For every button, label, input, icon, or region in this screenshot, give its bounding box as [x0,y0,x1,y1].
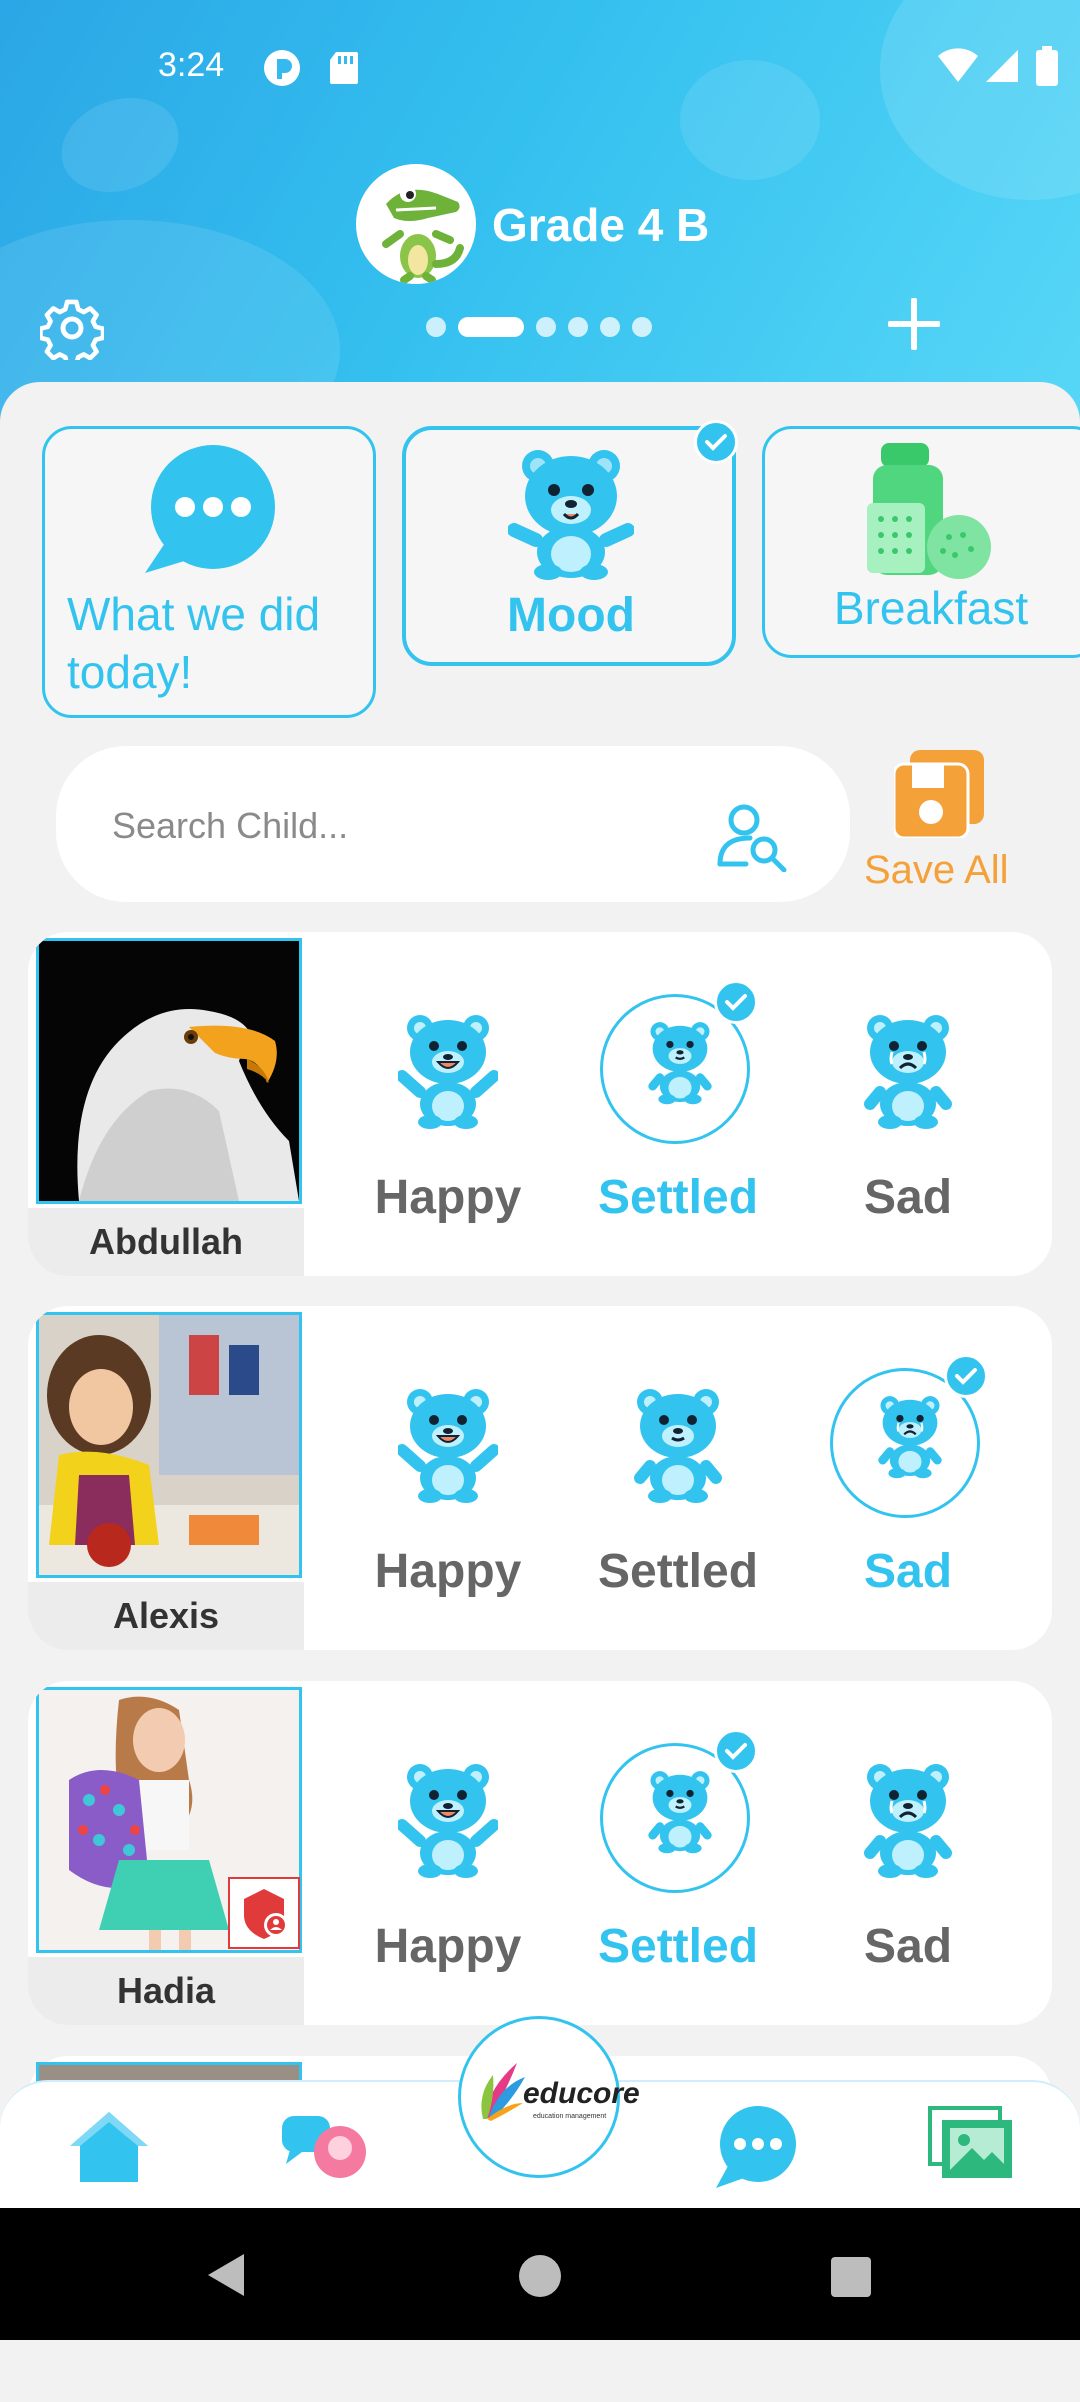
class-avatar[interactable] [356,164,476,284]
mood-label: Settled [597,1171,759,1224]
mood-label: Sad [863,1171,953,1224]
recents-nav-icon[interactable] [830,2256,872,2298]
category-label: Mood [507,589,635,642]
search-user-icon[interactable] [716,802,790,872]
alert-badge[interactable] [228,1877,300,1949]
child-name: Hadia [28,1957,304,2025]
bear-happy-icon [396,1761,500,1886]
girl-classroom-photo [39,1315,299,1575]
bear-sad-icon [858,1761,958,1886]
save-floppy-icon[interactable] [894,750,984,838]
category-what-we-did[interactable]: What we did today! [42,426,376,718]
child-name: Alexis [28,1582,304,1650]
page-dot[interactable] [426,317,446,337]
decor-blob [48,82,192,208]
mood-label: Happy [374,1920,522,1973]
mood-option-happy[interactable]: Happy [348,1015,548,1280]
mood-option-sad[interactable]: Sad [808,1764,1008,2029]
selected-check-icon [714,1729,758,1773]
add-plus-icon[interactable] [888,298,940,350]
child-photo[interactable] [36,938,302,1204]
mood-option-settled[interactable]: Settled [578,1389,778,1654]
home-icon[interactable] [66,2108,152,2184]
mood-option-sad[interactable]: Sad [808,1354,1008,1654]
app-notification-icon [264,50,300,86]
category-breakfast[interactable]: Breakfast [762,426,1080,658]
bear-settled-icon [628,1386,728,1511]
breakfast-icon [867,443,991,579]
battery-icon [1036,46,1058,86]
bear-sad-icon [874,1394,946,1484]
class-page-indicator[interactable] [426,316,652,338]
mood-option-sad[interactable]: Sad [808,1015,1008,1280]
logo-subtext: education management [533,2113,607,2120]
child-photo[interactable] [36,1312,302,1578]
page-dot[interactable] [536,317,556,337]
decor-blob [880,0,1080,200]
crocodile-mascot-icon [382,186,464,284]
logo-text: educore [523,2077,640,2110]
gallery-icon[interactable] [928,2106,1014,2180]
conversations-icon[interactable] [282,2112,368,2178]
back-nav-icon[interactable] [204,2252,246,2298]
selected-check-icon [944,1354,988,1398]
mood-label: Settled [597,1545,759,1598]
category-mood[interactable]: Mood [402,426,736,666]
mood-option-settled[interactable]: Settled [578,980,778,1280]
mood-label: Sad [863,1545,953,1598]
messages-icon[interactable] [710,2104,800,2188]
mood-option-happy[interactable]: Happy [348,1764,548,2029]
decor-blob [680,60,820,180]
home-nav-icon[interactable] [518,2254,562,2298]
mood-label: Happy [374,1545,522,1598]
chat-bubble-icon [145,445,275,573]
category-label: Breakfast [833,582,1029,634]
mood-label: Happy [374,1171,522,1224]
bear-settled-icon [644,1769,716,1859]
eagle-photo [77,1009,299,1201]
signal-icon [986,50,1018,82]
mood-label: Sad [863,1920,953,1973]
page-dot[interactable] [568,317,588,337]
mood-label: Settled [597,1920,759,1973]
selected-check-icon [714,980,758,1024]
allergy-alert-icon [244,1889,288,1939]
mood-option-settled[interactable]: Settled [578,1729,778,2029]
sd-card-icon [330,52,358,84]
selected-check-icon [694,420,738,464]
settings-gear-icon[interactable] [40,296,104,360]
search-input[interactable] [110,800,694,852]
page-dot[interactable] [600,317,620,337]
bear-icon [508,450,634,580]
bear-settled-icon [644,1020,716,1110]
child-name: Abdullah [28,1208,304,1276]
page-dot-active[interactable] [458,317,524,337]
educore-feather-icon [481,2063,525,2121]
page-dot[interactable] [632,317,652,337]
category-label: What we did today! [67,588,321,698]
status-time: 3:24 [158,46,225,84]
bear-happy-icon [396,1386,500,1511]
wifi-icon [938,48,978,82]
educore-logo-button[interactable]: educore education management [458,2016,640,2178]
save-all-button[interactable]: Save All [864,848,1009,893]
class-title[interactable]: Grade 4 B [492,198,709,252]
bear-happy-icon [396,1012,500,1137]
mood-option-happy[interactable]: Happy [348,1389,548,1654]
bear-sad-icon [858,1012,958,1137]
